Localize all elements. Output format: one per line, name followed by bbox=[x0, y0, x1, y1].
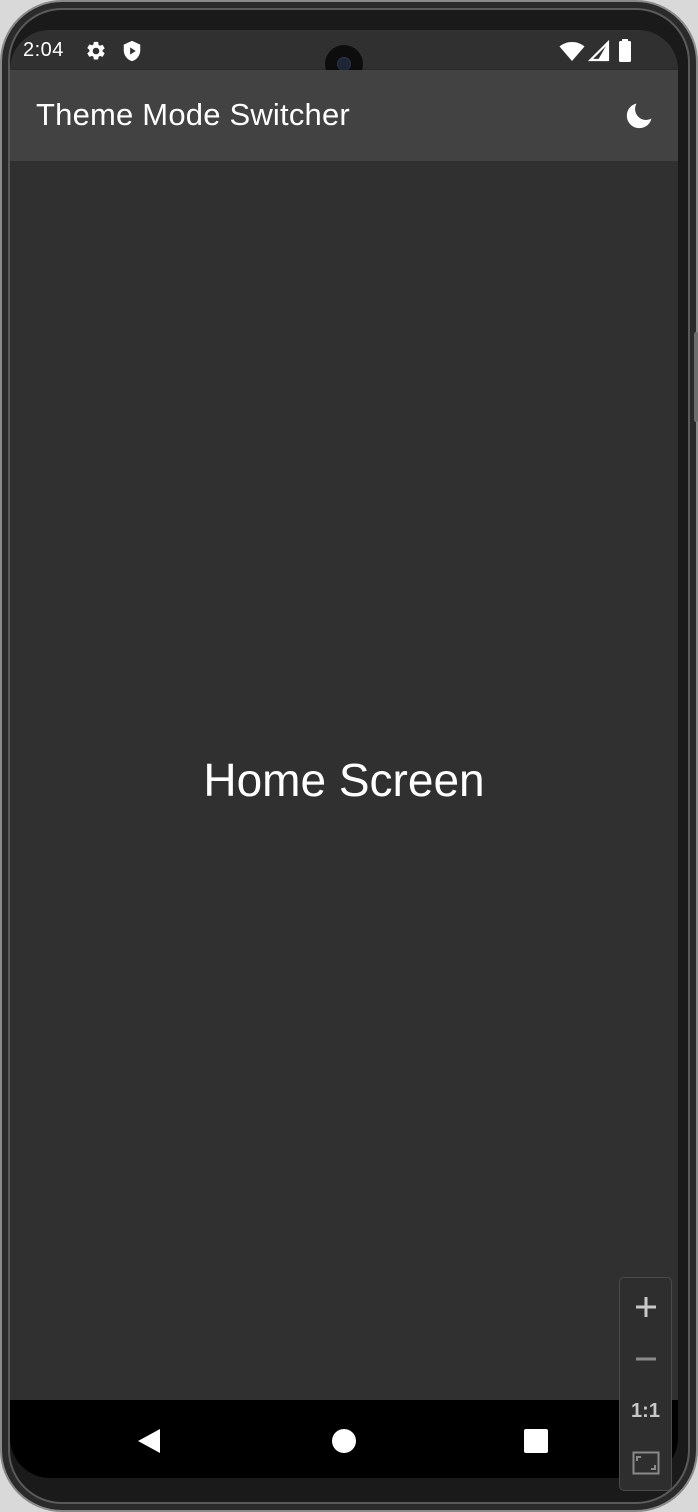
zoom-reset-label: 1:1 bbox=[631, 1399, 660, 1422]
moon-icon bbox=[626, 103, 652, 129]
back-button[interactable] bbox=[125, 1417, 173, 1465]
recents-button[interactable] bbox=[512, 1417, 560, 1465]
wifi-icon bbox=[559, 42, 585, 61]
home-icon bbox=[332, 1429, 356, 1453]
app-bar: Theme Mode Switcher bbox=[10, 70, 678, 161]
battery-icon bbox=[619, 39, 631, 62]
app-title: Theme Mode Switcher bbox=[36, 97, 350, 132]
side-button bbox=[694, 332, 698, 422]
zoom-in-icon bbox=[635, 1297, 656, 1317]
shield-icon bbox=[123, 40, 141, 62]
main-content: Home Screen bbox=[10, 161, 678, 1400]
zoom-controls: 1:1 bbox=[619, 1277, 672, 1491]
home-button[interactable] bbox=[320, 1417, 368, 1465]
fit-screen-button[interactable] bbox=[620, 1440, 671, 1486]
navigation-bar bbox=[10, 1400, 678, 1478]
back-icon bbox=[138, 1429, 160, 1453]
zoom-out-button[interactable] bbox=[620, 1336, 671, 1382]
fit-screen-icon bbox=[632, 1451, 659, 1475]
theme-toggle-button[interactable] bbox=[615, 92, 663, 140]
zoom-out-icon bbox=[635, 1357, 656, 1361]
device-frame: 2:04 Theme Mode Switcher Home Screen 1:1 bbox=[0, 0, 698, 1512]
camera-lens bbox=[338, 58, 350, 70]
zoom-reset-button[interactable]: 1:1 bbox=[620, 1388, 671, 1434]
screen: 2:04 Theme Mode Switcher Home Screen bbox=[10, 30, 678, 1478]
zoom-in-button[interactable] bbox=[620, 1284, 671, 1330]
recents-icon bbox=[524, 1429, 548, 1453]
cellular-icon bbox=[588, 40, 610, 62]
status-time: 2:04 bbox=[23, 39, 64, 61]
gear-icon bbox=[87, 41, 105, 60]
home-screen-label: Home Screen bbox=[203, 754, 485, 806]
